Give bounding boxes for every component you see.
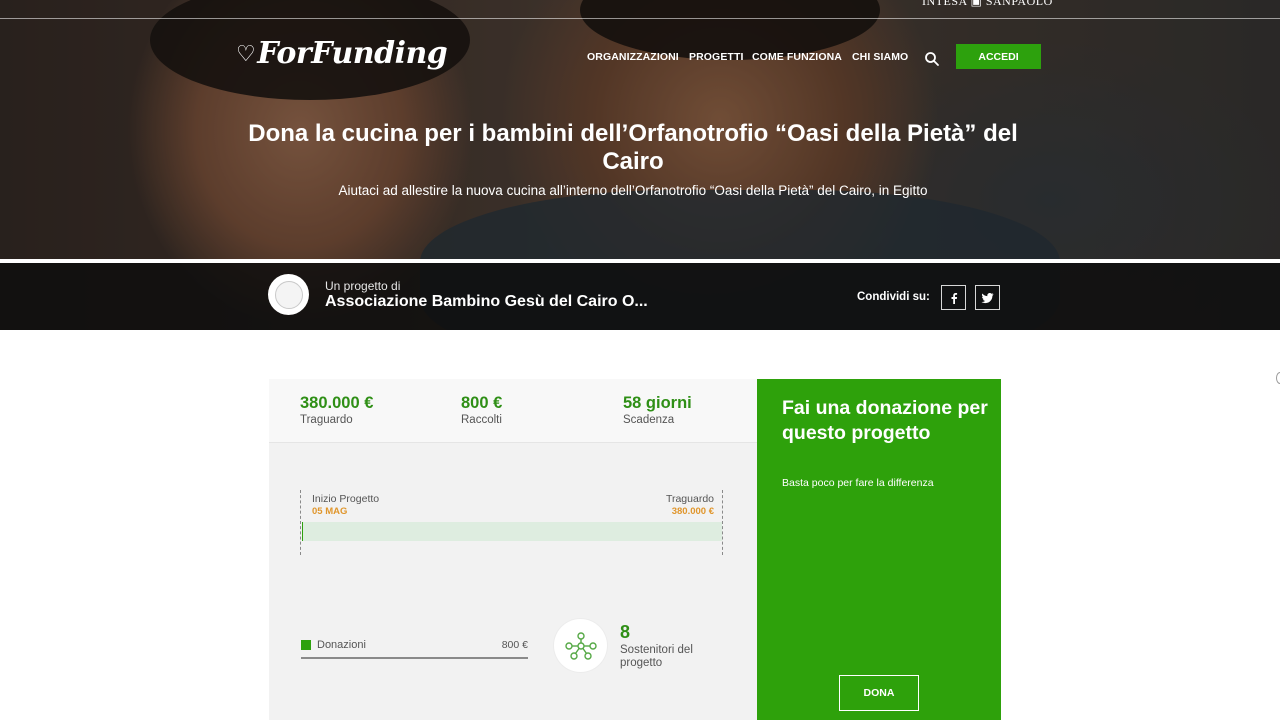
- deadline-label: Scadenza: [623, 414, 675, 426]
- organization-avatar[interactable]: [268, 274, 309, 315]
- nav-organizzazioni[interactable]: ORGANIZZAZIONI: [587, 51, 679, 63]
- donations-legend-swatch: [301, 640, 311, 650]
- nav-come-funziona[interactable]: COME FUNZIONA: [752, 51, 842, 63]
- nav-progetti[interactable]: PROGETTI: [689, 51, 743, 63]
- timeline-start-label: Inizio Progetto: [312, 493, 380, 505]
- forfunding-logo[interactable]: ♡ ForFunding: [236, 36, 448, 71]
- supporters-badge: [554, 619, 607, 672]
- donate-title: Fai una donazione per questo progetto: [782, 397, 988, 444]
- goal-label: Traguardo: [300, 414, 353, 426]
- donate-button[interactable]: DONA: [839, 675, 919, 711]
- donations-underline: [301, 657, 528, 659]
- project-title: Dona la cucina per i bambini dell’Orfano…: [248, 120, 1018, 175]
- network-icon: [564, 631, 597, 660]
- facebook-icon: [951, 292, 957, 304]
- project-subtitle: Aiutaci ad allestire la nuova cucina all…: [338, 183, 928, 198]
- timeline-start-marker: [300, 490, 301, 555]
- search-icon[interactable]: [924, 51, 940, 67]
- heart-icon: ♡: [236, 40, 256, 67]
- twitter-share-button[interactable]: [975, 285, 1000, 310]
- twitter-icon: [981, 292, 994, 303]
- share-label: Condividi su:: [857, 291, 930, 303]
- nav-chi-siamo[interactable]: CHI SIAMO: [852, 51, 908, 63]
- raised-label: Raccolti: [461, 414, 502, 426]
- timeline-end-label: Traguardo: [665, 493, 714, 505]
- donations-label: Donazioni: [317, 639, 366, 651]
- facebook-share-button[interactable]: [941, 285, 966, 310]
- organization-logo-icon: [274, 280, 303, 309]
- top-divider: [0, 18, 1280, 19]
- login-button[interactable]: ACCEDI: [956, 44, 1041, 69]
- supporters-count: 8: [620, 622, 631, 642]
- organization-name[interactable]: Associazione Bambino Gesù del Cairo O...: [325, 293, 648, 311]
- timeline-progress-fill: [302, 522, 303, 541]
- organization-prefix: Un progetto di: [325, 279, 401, 293]
- supporters-label: Sostenitori del progetto: [620, 644, 693, 669]
- sponsor-logo: INTESA ▣ SANPAOLO: [922, 0, 1053, 8]
- scroll-handle[interactable]: [1276, 372, 1280, 384]
- timeline-end-value: 380.000 €: [671, 506, 714, 517]
- raised-value: 800 €: [461, 394, 503, 412]
- timeline-start-date: 05 MAG: [312, 506, 348, 517]
- timeline-track: [302, 522, 722, 541]
- timeline-end-marker: [722, 490, 723, 555]
- goal-value: 380.000 €: [300, 394, 374, 412]
- donate-subtitle: Basta poco per fare la differenza: [782, 477, 934, 489]
- funding-timeline: Inizio Progetto 05 MAG Traguardo 380.000…: [300, 490, 724, 555]
- logo-text: ForFunding: [257, 36, 448, 71]
- donations-amount: 800 €: [501, 639, 528, 651]
- deadline-value: 58 giorni: [623, 394, 692, 412]
